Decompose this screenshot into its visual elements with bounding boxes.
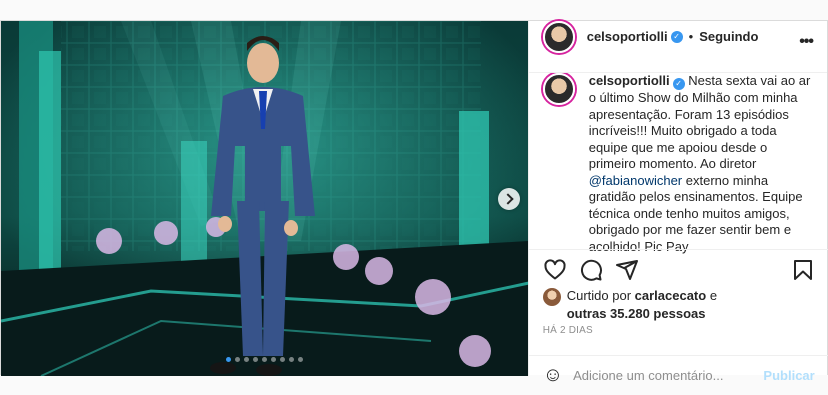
likes-summary: Curtido por carlacecato e outras 35.280 …	[542, 287, 815, 323]
likes-count-link[interactable]: outras 35.280 pessoas	[567, 306, 706, 321]
carousel-dot	[243, 357, 249, 362]
liker-username-link[interactable]: carlacecato	[635, 288, 707, 303]
carousel-dot	[225, 357, 231, 362]
caption-text: celsoportiolli ✓ Nesta sexta vai ao ar o …	[589, 73, 815, 263]
post-sidebar: celsoportiolli ✓ • Seguindo ••• celsopor…	[527, 20, 828, 386]
comment-input[interactable]	[573, 368, 764, 383]
post-media[interactable]	[1, 21, 528, 376]
carousel-dot	[279, 357, 285, 362]
likes-conj: e	[709, 288, 718, 303]
carousel-dot	[252, 357, 258, 362]
likes-text: Curtido por carlacecato e outras 35.280 …	[567, 287, 717, 323]
username-link[interactable]: celsoportiolli	[587, 29, 668, 44]
more-horizontal-icon[interactable]: •••	[799, 33, 814, 51]
caption-username-link[interactable]: celsoportiolli	[589, 73, 670, 88]
post-photo	[1, 21, 528, 376]
mention-link[interactable]: @fabianowicher	[589, 173, 682, 188]
carousel-dot	[297, 357, 303, 362]
comment-bar: ☺ Publicar	[528, 355, 828, 395]
post-timestamp[interactable]: Há 2 dias	[543, 325, 593, 336]
following-button[interactable]: Seguindo	[699, 29, 758, 44]
likes-prefix: Curtido por	[566, 288, 632, 303]
post-caption: celsoportiolli ✓ Nesta sexta vai ao ar o …	[529, 73, 828, 263]
chevron-right-icon	[501, 193, 514, 205]
separator-dot: •	[688, 29, 694, 44]
verified-badge-icon: ✓	[670, 30, 683, 43]
caption-avatar[interactable]	[542, 73, 575, 105]
carousel-dot	[234, 357, 240, 362]
carousel-dot	[270, 357, 276, 362]
emoji-icon[interactable]: ☺	[543, 364, 563, 387]
carousel-indicator	[1, 357, 528, 362]
publish-button[interactable]: Publicar	[763, 368, 814, 383]
avatar[interactable]	[542, 20, 575, 53]
verified-badge-icon: ✓	[672, 78, 685, 90]
post-header: celsoportiolli ✓ • Seguindo •••	[528, 1, 827, 73]
comment-icon[interactable]	[579, 258, 603, 282]
bookmark-icon[interactable]	[791, 258, 815, 282]
post-container: celsoportiolli ✓ • Seguindo ••• celsopor…	[0, 20, 828, 386]
heart-icon[interactable]	[543, 258, 567, 282]
carousel-next-button[interactable]	[498, 188, 520, 210]
post-actions	[528, 249, 828, 289]
carousel-dot	[288, 357, 294, 362]
share-icon[interactable]	[615, 258, 639, 282]
carousel-dot	[261, 357, 267, 362]
liker-avatar[interactable]	[542, 288, 561, 306]
